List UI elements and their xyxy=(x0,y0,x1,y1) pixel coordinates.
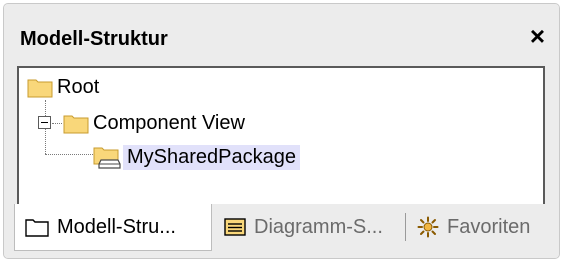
tree-node-label: Component View xyxy=(93,111,245,134)
shared-package-icon xyxy=(93,147,121,169)
folder-icon xyxy=(27,79,53,98)
tree-node-my-shared-package[interactable]: MySharedPackage xyxy=(93,142,300,172)
tab-favoriten[interactable]: Favoriten xyxy=(407,204,530,250)
tree-connector-line xyxy=(45,100,46,116)
panel-title-bar: Modell-Struktur × xyxy=(4,4,559,66)
favorites-star-icon xyxy=(417,216,439,238)
tree-node-root[interactable]: Root xyxy=(27,72,103,102)
tree-node-label: MySharedPackage xyxy=(123,144,300,170)
close-icon[interactable]: × xyxy=(530,23,545,49)
panel-title: Modell-Struktur xyxy=(20,28,168,50)
tab-label: Modell-Stru... xyxy=(57,215,176,238)
tab-separator xyxy=(405,213,406,241)
model-structure-panel: Modell-Struktur × Root Component View My… xyxy=(3,3,560,259)
tree-connector-line xyxy=(45,129,46,154)
tab-diagramm-struktur[interactable]: Diagramm-S... xyxy=(214,204,383,250)
diagram-list-icon xyxy=(224,217,246,237)
collapse-toggle[interactable] xyxy=(38,116,51,129)
model-tree[interactable]: Root Component View MySharedPackage xyxy=(17,66,545,207)
tree-connector-line xyxy=(52,123,62,124)
tab-modell-struktur[interactable]: Modell-Stru... xyxy=(14,204,212,251)
tree-connector-line xyxy=(45,154,93,155)
tree-node-label: Root xyxy=(57,75,100,98)
tab-label: Favoriten xyxy=(447,215,531,238)
tree-node-component-view[interactable]: Component View xyxy=(63,108,249,138)
folder-icon xyxy=(63,115,89,134)
panel-tab-strip: Modell-Stru... Diagramm-S... Favoriten xyxy=(4,204,559,258)
folder-icon xyxy=(25,217,49,237)
tab-label: Diagramm-S... xyxy=(254,215,383,238)
